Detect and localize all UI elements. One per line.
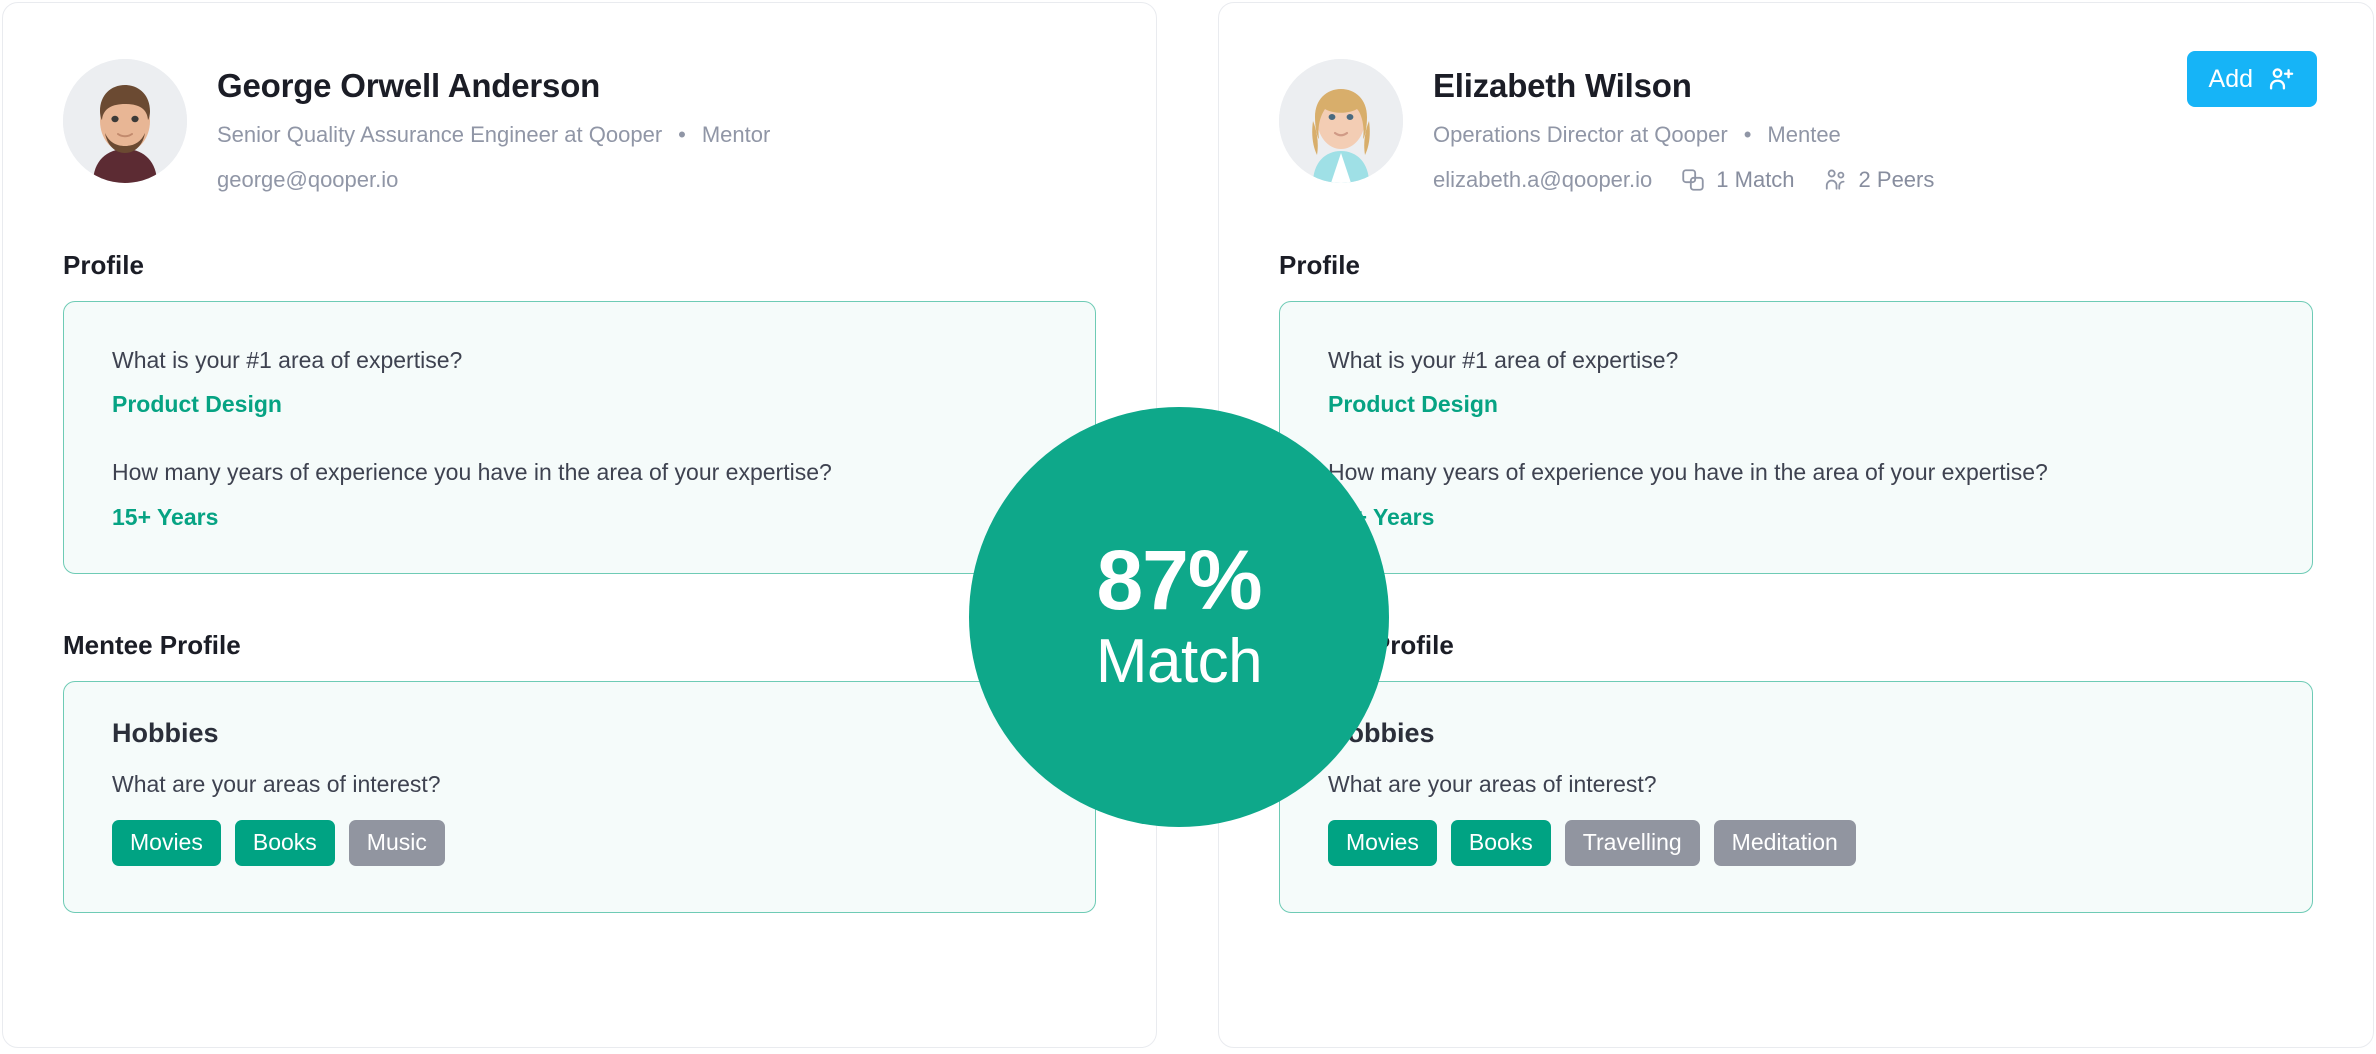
match-count-stat[interactable]: 1 Match <box>1680 166 1795 194</box>
person-name: Elizabeth Wilson <box>1433 67 1692 104</box>
profile-question: What is your #1 area of expertise? <box>1328 346 1679 373</box>
profile-question: What is your #1 area of expertise? <box>112 346 463 373</box>
person-name: George Orwell Anderson <box>217 67 601 104</box>
hobbies-tag-list: Movies Books Travelling Meditation <box>1328 819 2264 867</box>
match-percentage-value: 87% <box>1096 532 1262 627</box>
match-icon <box>1680 167 1706 193</box>
match-percentage-badge: 87% Match <box>969 407 1389 827</box>
peers-count-label: 2 Peers <box>1858 167 1935 193</box>
profile-answer: 15+ Years <box>1328 503 1435 530</box>
hobby-tag[interactable]: Music <box>348 819 445 867</box>
add-button-label: Add <box>2208 64 2253 93</box>
match-percentage-label: Match <box>1095 626 1263 696</box>
profile-header-text: George Orwell Anderson Senior Quality As… <box>217 59 770 194</box>
person-title: Senior Quality Assurance Engineer at Qoo… <box>217 121 663 147</box>
profile-answer: Product Design <box>112 391 282 418</box>
match-count-label: 1 Match <box>1716 167 1795 193</box>
hobbies-box: Hobbies What are your areas of interest?… <box>63 680 1096 914</box>
person-meta: Senior Quality Assurance Engineer at Qoo… <box>217 121 770 149</box>
person-email[interactable]: elizabeth.a@qooper.io <box>1433 166 1652 194</box>
hobbies-tag-list: Movies Books Music <box>112 819 1047 867</box>
counterpart-section-title: Mentee Profile <box>63 629 241 660</box>
hobby-tag[interactable]: Meditation <box>1713 819 1856 867</box>
meta-separator: • <box>678 121 686 147</box>
hobbies-box: Hobbies What are your areas of interest?… <box>1279 680 2313 914</box>
profile-answers-box: What is your #1 area of expertise? Produ… <box>63 300 1096 574</box>
profile-header-text: Elizabeth Wilson Operations Director at … <box>1433 59 1934 194</box>
hobbies-question: What are your areas of interest? <box>1328 770 1657 797</box>
person-contact: elizabeth.a@qooper.io 1 Match 2 Peers <box>1433 166 1934 194</box>
counterpart-section-title: Mentor Profile <box>1279 629 1454 660</box>
hobby-tag[interactable]: Travelling <box>1564 819 1700 867</box>
profile-header: George Orwell Anderson Senior Quality As… <box>63 59 1096 194</box>
hobby-tag[interactable]: Movies <box>1328 819 1437 867</box>
mentor-profile-card: George Orwell Anderson Senior Quality As… <box>2 2 1157 1048</box>
match-comparison-page: George Orwell Anderson Senior Quality As… <box>0 0 2376 1054</box>
profile-answers-box: What is your #1 area of expertise? Produ… <box>1279 300 2313 574</box>
add-button[interactable]: Add <box>2186 51 2317 107</box>
meta-separator: • <box>1743 121 1752 147</box>
hobby-tag[interactable]: Books <box>234 819 335 867</box>
person-contact: george@qooper.io <box>217 166 770 194</box>
hobby-tag[interactable]: Books <box>1450 819 1551 867</box>
peers-count-stat[interactable]: 2 Peers <box>1823 166 1935 194</box>
profile-section-title: Profile <box>63 249 144 280</box>
person-role: Mentor <box>701 121 771 147</box>
person-meta: Operations Director at Qooper • Mentee <box>1433 121 1934 149</box>
hobby-tag[interactable]: Movies <box>112 819 221 867</box>
person-role: Mentee <box>1767 121 1841 147</box>
profile-answer: Product Design <box>1328 391 1498 418</box>
profile-answer: 15+ Years <box>112 503 219 530</box>
hobbies-title: Hobbies <box>112 717 219 748</box>
profile-section-title: Profile <box>1279 249 1360 280</box>
avatar <box>63 59 187 183</box>
profile-header: Elizabeth Wilson Operations Director at … <box>1279 59 2313 194</box>
avatar <box>1279 59 1403 183</box>
person-plus-icon <box>2267 65 2295 93</box>
person-email[interactable]: george@qooper.io <box>217 166 398 194</box>
person-title: Operations Director at Qooper <box>1433 121 1728 147</box>
hobbies-question: What are your areas of interest? <box>112 770 441 797</box>
mentee-profile-card: Add Elizabeth Wilson Operations Director… <box>1218 2 2374 1048</box>
profile-question: How many years of experience you have in… <box>1328 459 2048 486</box>
profile-question: How many years of experience you have in… <box>112 459 832 486</box>
hobbies-title: Hobbies <box>1328 717 1435 748</box>
peers-icon <box>1823 167 1849 193</box>
